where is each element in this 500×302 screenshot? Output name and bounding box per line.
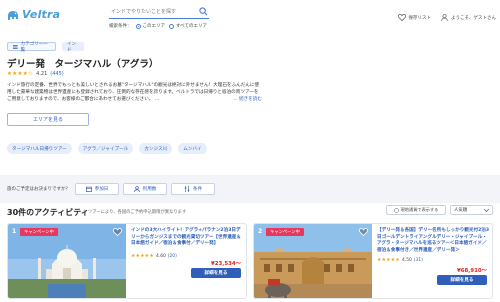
- scope-option-all-areas[interactable]: すべてのエリア: [176, 23, 207, 29]
- sort-value: 人気順: [454, 208, 468, 213]
- review-count-link[interactable]: (445): [50, 71, 63, 77]
- calendar-icon: [85, 186, 92, 192]
- area-description: インド旅行の定番、世界でもっとも美しいとされるお墓"タージマハル"の観光は絶対に…: [7, 82, 262, 104]
- activity-title-link[interactable]: 【デリー発＆各国】デリー名所もしっかり観光付2泊3日ゴールデントライアングルデリ…: [377, 228, 491, 254]
- results-title: 30件のアクティビティ: [7, 208, 89, 217]
- user-icon: [133, 186, 140, 192]
- people-filter-label: 利用数: [142, 187, 157, 192]
- site-logo[interactable]: Veltra: [6, 8, 60, 21]
- search-scope: 検索条件： このエリア すべてのエリア: [109, 22, 207, 30]
- search-box: [109, 6, 209, 19]
- area-rating: ★★★★☆ 4.21 (445): [7, 71, 64, 77]
- description-text: インド旅行の定番、世界でもっとも美しいとされるお墓"タージマハル"の観光は絶対に…: [7, 83, 260, 103]
- related-tags: タージマハル日帰りツアー アグラ／ジャイプール カンジス川 ムンバイ: [7, 143, 213, 154]
- rating-value: 4.60: [156, 254, 166, 259]
- filter-label: 旅のご予定はお決まりですか？: [7, 187, 70, 192]
- date-filter-label: 参加日: [94, 187, 109, 192]
- elephant-logo-icon: [8, 10, 18, 20]
- people-filter-button[interactable]: 利用数: [123, 183, 167, 195]
- star-rating-icon: ★★★★★: [377, 258, 401, 263]
- tag-agra-jaipur[interactable]: アグラ／ジャイプール: [77, 143, 134, 154]
- breadcrumb-india-label: インド: [67, 41, 76, 53]
- sliders-icon: [184, 186, 190, 192]
- menu-icon: [13, 44, 18, 49]
- chevron-down-icon: [484, 208, 489, 212]
- greeting-label: ようこそ、ゲストさん: [451, 15, 496, 21]
- sort-select[interactable]: 人気順: [450, 205, 493, 215]
- date-filter-button[interactable]: 参加日: [75, 183, 119, 195]
- condition-filter-label: 条件: [192, 187, 203, 192]
- site-header: Veltra 検索条件： このエリア すべてのエリア 保存リスト ようこそ、ゲス…: [0, 0, 500, 33]
- category-list-label: カテゴリー一覧: [20, 41, 48, 53]
- heart-icon: [397, 14, 406, 21]
- view-area-button[interactable]: エリアを見る: [7, 113, 89, 126]
- local-currency-label: 現地通貨で表示する: [400, 207, 439, 212]
- rank-number: 2: [258, 228, 263, 235]
- user-icon: [441, 14, 448, 21]
- breadcrumb-india[interactable]: インド: [62, 41, 84, 53]
- category-list-button[interactable]: カテゴリー一覧: [7, 41, 56, 53]
- activity-price: ¥68,910～: [457, 268, 487, 274]
- saved-list-label: 保存リスト: [408, 15, 432, 21]
- search-icon[interactable]: [199, 7, 208, 16]
- rank-number: 1: [12, 228, 17, 235]
- radio-this-area[interactable]: [135, 23, 141, 29]
- rating-value: 4.50: [402, 258, 412, 263]
- star-rating-icon: ★★★★★: [131, 254, 155, 259]
- saved-list-link[interactable]: 保存リスト: [397, 14, 432, 21]
- heart-icon[interactable]: [113, 228, 122, 236]
- activity-card[interactable]: 2 キャンペーン中 【デリー発＆各国】デリー名所もしっかり観光付2泊3日ゴールデ…: [253, 223, 493, 299]
- tag-ganges[interactable]: カンジス川: [139, 143, 173, 154]
- review-count-link[interactable]: (31): [414, 258, 423, 263]
- user-menu[interactable]: ようこそ、ゲストさん: [441, 14, 496, 21]
- activity-title-link[interactable]: インドの3大ハイライト！アグラ+パラナン2泊3日デリーからガンジスまでの観光貸切…: [131, 228, 245, 248]
- star-rating-icon: ★★★★☆: [7, 71, 34, 77]
- activity-rating: ★★★★★ 4.60 (20): [131, 254, 177, 259]
- currency-icon: [393, 207, 399, 213]
- review-count-link[interactable]: (20): [168, 254, 177, 259]
- results-note: ※ ツアーにより、各国のご予約申込期限が異なります: [83, 210, 187, 215]
- heart-icon[interactable]: [359, 228, 368, 236]
- search-input[interactable]: [109, 6, 209, 19]
- scope-label: 検索条件：: [109, 24, 132, 29]
- local-currency-button[interactable]: 現地通貨で表示する: [386, 205, 446, 215]
- details-button[interactable]: 詳細を見る: [191, 268, 241, 278]
- campaign-badge: キャンペーン中: [20, 228, 58, 236]
- header-actions: 保存リスト ようこそ、ゲストさん: [388, 14, 496, 21]
- campaign-badge: キャンペーン中: [266, 228, 304, 236]
- tag-mumbai[interactable]: ムンバイ: [178, 143, 207, 154]
- rating-value: 4.21: [36, 71, 48, 77]
- activity-rating: ★★★★★ 4.50 (31): [377, 258, 423, 263]
- activity-card[interactable]: 1 キャンペーン中 インドの3大ハイライト！アグラ+パラナン2泊3日デリーからガ…: [7, 223, 247, 299]
- read-more-link[interactable]: ... 続きを読む: [233, 96, 262, 103]
- radio-all-areas[interactable]: [169, 23, 174, 29]
- tag-taj-day-trip[interactable]: タージマハル日帰りツアー: [7, 143, 72, 154]
- condition-filter-button[interactable]: 条件: [171, 183, 215, 195]
- page-title: デリー発 タージマハル（アグラ）: [7, 59, 159, 70]
- details-button[interactable]: 詳細を見る: [437, 275, 487, 285]
- scope-option-this-area[interactable]: このエリア: [143, 23, 166, 29]
- logo-wordmark: Veltra: [22, 8, 61, 21]
- activity-price: ¥23,534～: [211, 261, 241, 267]
